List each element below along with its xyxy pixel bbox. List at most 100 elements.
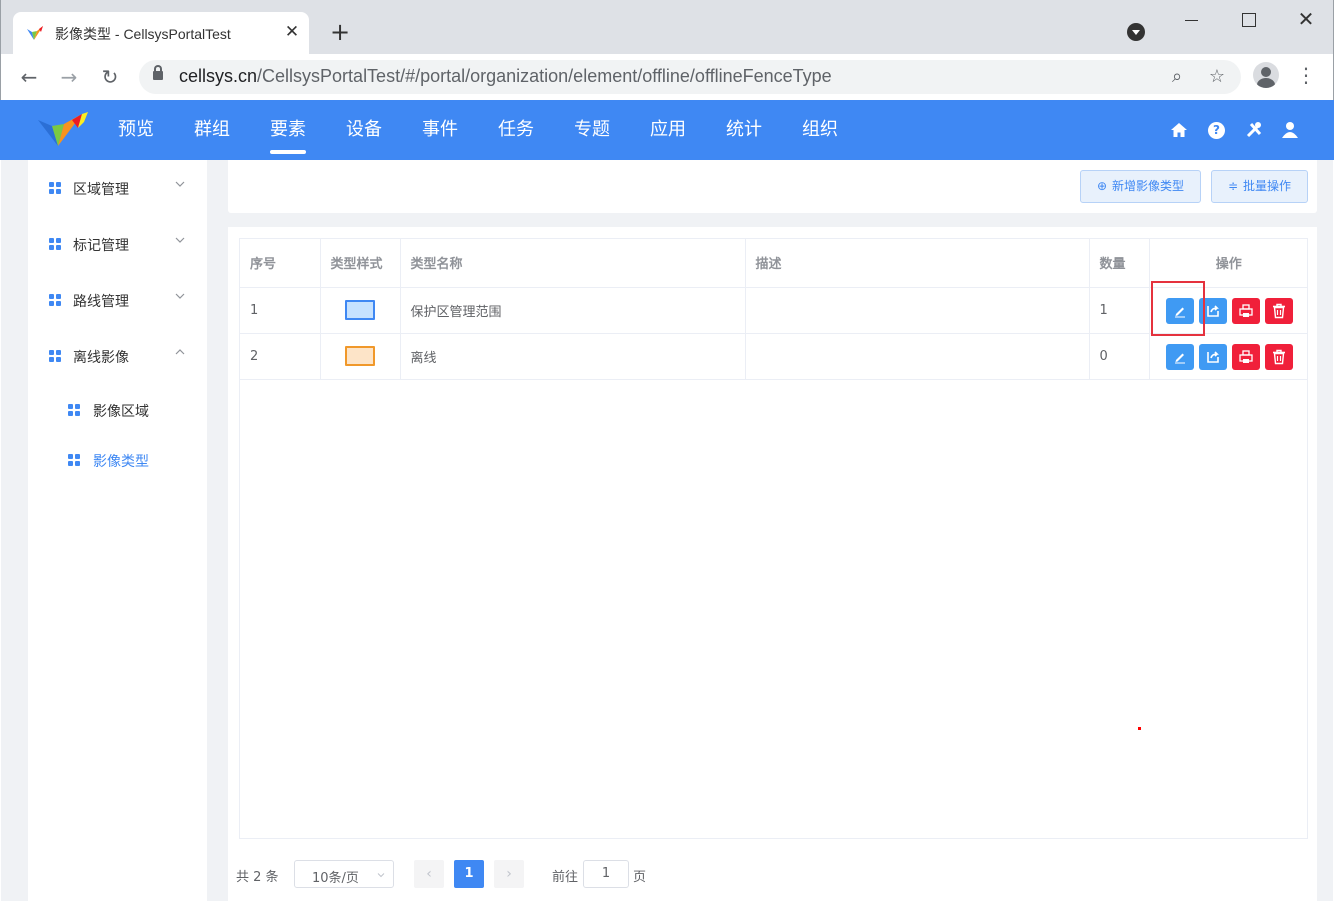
grid-icon [49, 238, 62, 251]
batch-operation-label: 批量操作 [1243, 179, 1292, 193]
maximize-window-icon[interactable] [1231, 6, 1265, 34]
cell-actions [1149, 333, 1308, 380]
browser-menu-icon[interactable]: ⋮ [1296, 64, 1316, 88]
cell-description [745, 333, 1090, 380]
print-button[interactable] [1231, 343, 1260, 370]
forward-icon[interactable]: → [54, 62, 84, 92]
sliders-icon: ≑ [1227, 179, 1239, 193]
chevron-down-icon [175, 237, 185, 243]
add-imagery-type-button[interactable]: ⊕ 新增影像类型 [1080, 170, 1201, 203]
close-tab-icon[interactable]: ✕ [281, 21, 303, 43]
chevron-down-icon [175, 181, 185, 187]
browser-tab-title: 影像类型 - CellsysPortalTest [55, 26, 231, 42]
chevron-down-icon [175, 293, 185, 299]
print-icon [1238, 303, 1253, 317]
menu-item-events[interactable]: 事件 [402, 100, 478, 160]
profile-avatar-icon[interactable] [1253, 62, 1279, 88]
export-button[interactable] [1198, 343, 1227, 370]
cell-description [745, 287, 1090, 334]
cell-count: 1 [1089, 287, 1150, 334]
browser-tab[interactable]: 影像类型 - CellsysPortalTest ✕ [13, 12, 309, 54]
print-button[interactable] [1231, 297, 1260, 324]
cell-index: 2 [240, 333, 321, 380]
tools-icon[interactable] [1244, 120, 1264, 140]
tab-search-icon[interactable] [1127, 23, 1145, 41]
delete-button[interactable] [1264, 343, 1293, 370]
reload-icon[interactable]: ↻ [95, 62, 125, 92]
column-header-count: 数量 [1089, 239, 1150, 288]
page-size-value: 10条/页 [312, 871, 359, 886]
export-icon [1206, 350, 1219, 363]
grid-icon [49, 182, 62, 195]
cell-name: 保护区管理范围 [400, 287, 746, 334]
sidebar-item-offline-imagery[interactable]: 离线影像 [28, 336, 207, 376]
action-toolbar: ⊕ 新增影像类型 ≑ 批量操作 [228, 160, 1317, 213]
print-icon [1238, 349, 1253, 363]
cell-count: 0 [1089, 333, 1150, 380]
user-icon[interactable] [1280, 120, 1300, 140]
menu-item-stats[interactable]: 统计 [706, 100, 782, 160]
menu-item-organization[interactable]: 组织 [782, 100, 858, 160]
menu-item-tasks[interactable]: 任务 [478, 100, 554, 160]
delete-icon [1272, 303, 1285, 318]
menu-item-preview[interactable]: 预览 [98, 100, 174, 160]
column-header-description: 描述 [745, 239, 1090, 288]
back-icon[interactable]: ← [14, 62, 44, 92]
column-header-actions: 操作 [1149, 239, 1308, 288]
imagery-type-table: 序号 类型样式 类型名称 描述 数量 操作 1 保护区管理范围 1 2 离线 0 [239, 238, 1308, 839]
sidebar: 区域管理 标记管理 路线管理 离线影像 影像区域 影像类型 [28, 160, 207, 901]
minimize-window-icon[interactable] [1175, 6, 1209, 34]
sidebar-subitem-imagery-area[interactable]: 影像区域 [28, 390, 207, 430]
sidebar-item-label: 标记管理 [73, 238, 129, 254]
goto-label: 前往 [552, 870, 579, 885]
menu-item-elements[interactable]: 要素 [250, 100, 326, 160]
menu-item-devices[interactable]: 设备 [326, 100, 402, 160]
help-icon[interactable]: ? [1208, 122, 1225, 139]
sidebar-subitem-imagery-type[interactable]: 影像类型 [28, 440, 207, 480]
menu-item-apps[interactable]: 应用 [630, 100, 706, 160]
menu-item-topics[interactable]: 专题 [554, 100, 630, 160]
edit-icon [1174, 353, 1185, 363]
column-header-index: 序号 [240, 239, 321, 288]
export-icon [1206, 304, 1219, 317]
edit-button[interactable] [1165, 343, 1194, 370]
cell-style [320, 287, 401, 334]
new-tab-icon[interactable]: + [327, 20, 353, 46]
chevron-down-icon [377, 873, 385, 878]
highlight-box [1151, 281, 1205, 336]
menu-item-group[interactable]: 群组 [174, 100, 250, 160]
cell-index: 1 [240, 287, 321, 334]
url-text: cellsys.cn/CellsysPortalTest/#/portal/or… [179, 66, 832, 86]
delete-button[interactable] [1264, 297, 1293, 324]
zoom-icon[interactable]: ⌕ [1165, 65, 1189, 89]
browser-tab-strip: 影像类型 - CellsysPortalTest ✕ + ✕ [0, 0, 1334, 54]
cell-name: 离线 [400, 333, 746, 380]
cell-style [320, 333, 401, 380]
sidebar-item-marker-management[interactable]: 标记管理 [28, 224, 207, 264]
sidebar-item-label: 路线管理 [73, 294, 129, 310]
prev-page-button[interactable]: ‹ [414, 860, 444, 888]
page-size-select[interactable]: 10条/页 [294, 860, 394, 888]
next-page-button[interactable]: › [494, 860, 524, 888]
home-icon[interactable] [1169, 120, 1189, 140]
sidebar-item-route-management[interactable]: 路线管理 [28, 280, 207, 320]
add-circle-icon: ⊕ [1096, 179, 1108, 193]
cursor-dot [1138, 727, 1141, 730]
table-header-row: 序号 类型样式 类型名称 描述 数量 操作 [240, 239, 1308, 288]
lock-icon [153, 65, 163, 80]
batch-operation-button[interactable]: ≑ 批量操作 [1211, 170, 1308, 203]
sidebar-item-area-management[interactable]: 区域管理 [28, 168, 207, 208]
delete-icon [1272, 349, 1285, 364]
sidebar-subitem-label: 影像类型 [93, 454, 149, 470]
app-header: 预览 群组 要素 设备 事件 任务 专题 应用 统计 组织 [0, 100, 1334, 160]
grid-icon [68, 454, 81, 467]
grid-icon [68, 404, 81, 417]
goto-page-input[interactable]: 1 [583, 860, 629, 888]
app-logo-icon[interactable] [36, 110, 90, 150]
bookmark-star-icon[interactable]: ☆ [1205, 65, 1229, 89]
current-page-button[interactable]: 1 [454, 860, 484, 888]
style-swatch [345, 300, 375, 320]
table-row: 2 离线 0 [240, 333, 1308, 380]
close-window-icon[interactable]: ✕ [1289, 6, 1323, 34]
address-bar[interactable]: cellsys.cn/CellsysPortalTest/#/portal/or… [139, 60, 1241, 94]
